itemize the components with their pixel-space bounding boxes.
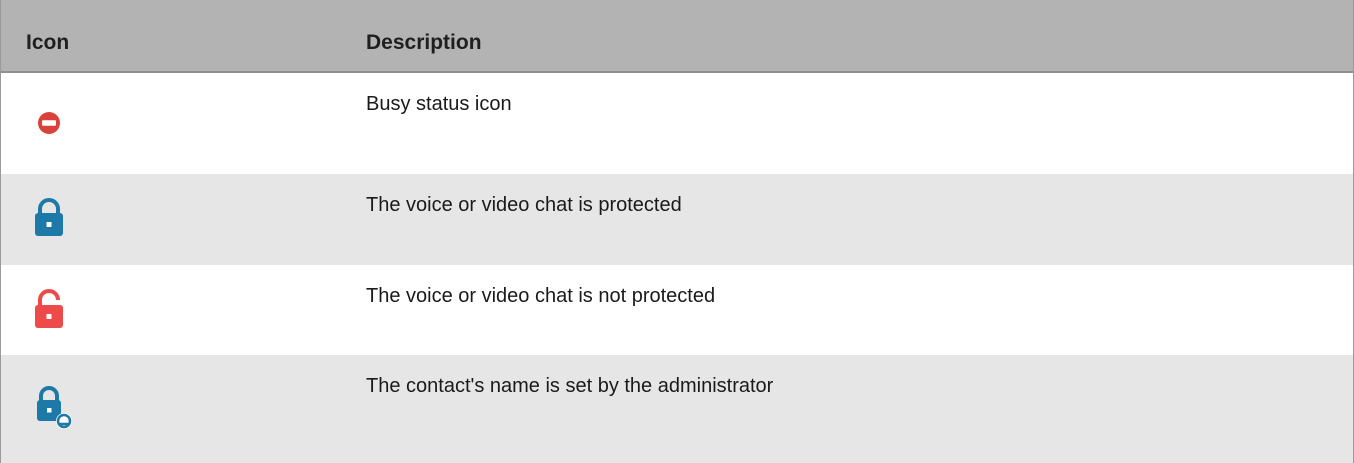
table-row: The voice or video chat is not protected [1, 265, 1353, 355]
busy-status-icon [32, 101, 76, 145]
table-row: The voice or video chat is protected [1, 174, 1353, 265]
table-row: The contact's name is set by the adminis… [1, 355, 1353, 463]
lock-admin-contact-icon [29, 383, 73, 429]
lock-unprotected-icon [29, 287, 73, 331]
column-header-icon: Icon [26, 31, 70, 54]
row-description: The voice or video chat is not protected [366, 285, 716, 307]
column-header-description: Description [366, 31, 482, 54]
table-header-row: Icon Description [1, 0, 1353, 73]
row-description: The contact's name is set by the adminis… [366, 375, 774, 397]
row-description: Busy status icon [366, 93, 512, 115]
table-row: Busy status icon [1, 73, 1353, 174]
icon-description-table: Icon Description Busy status icon The vo… [0, 0, 1354, 463]
row-description: The voice or video chat is protected [366, 194, 682, 216]
lock-protected-icon [29, 194, 73, 238]
